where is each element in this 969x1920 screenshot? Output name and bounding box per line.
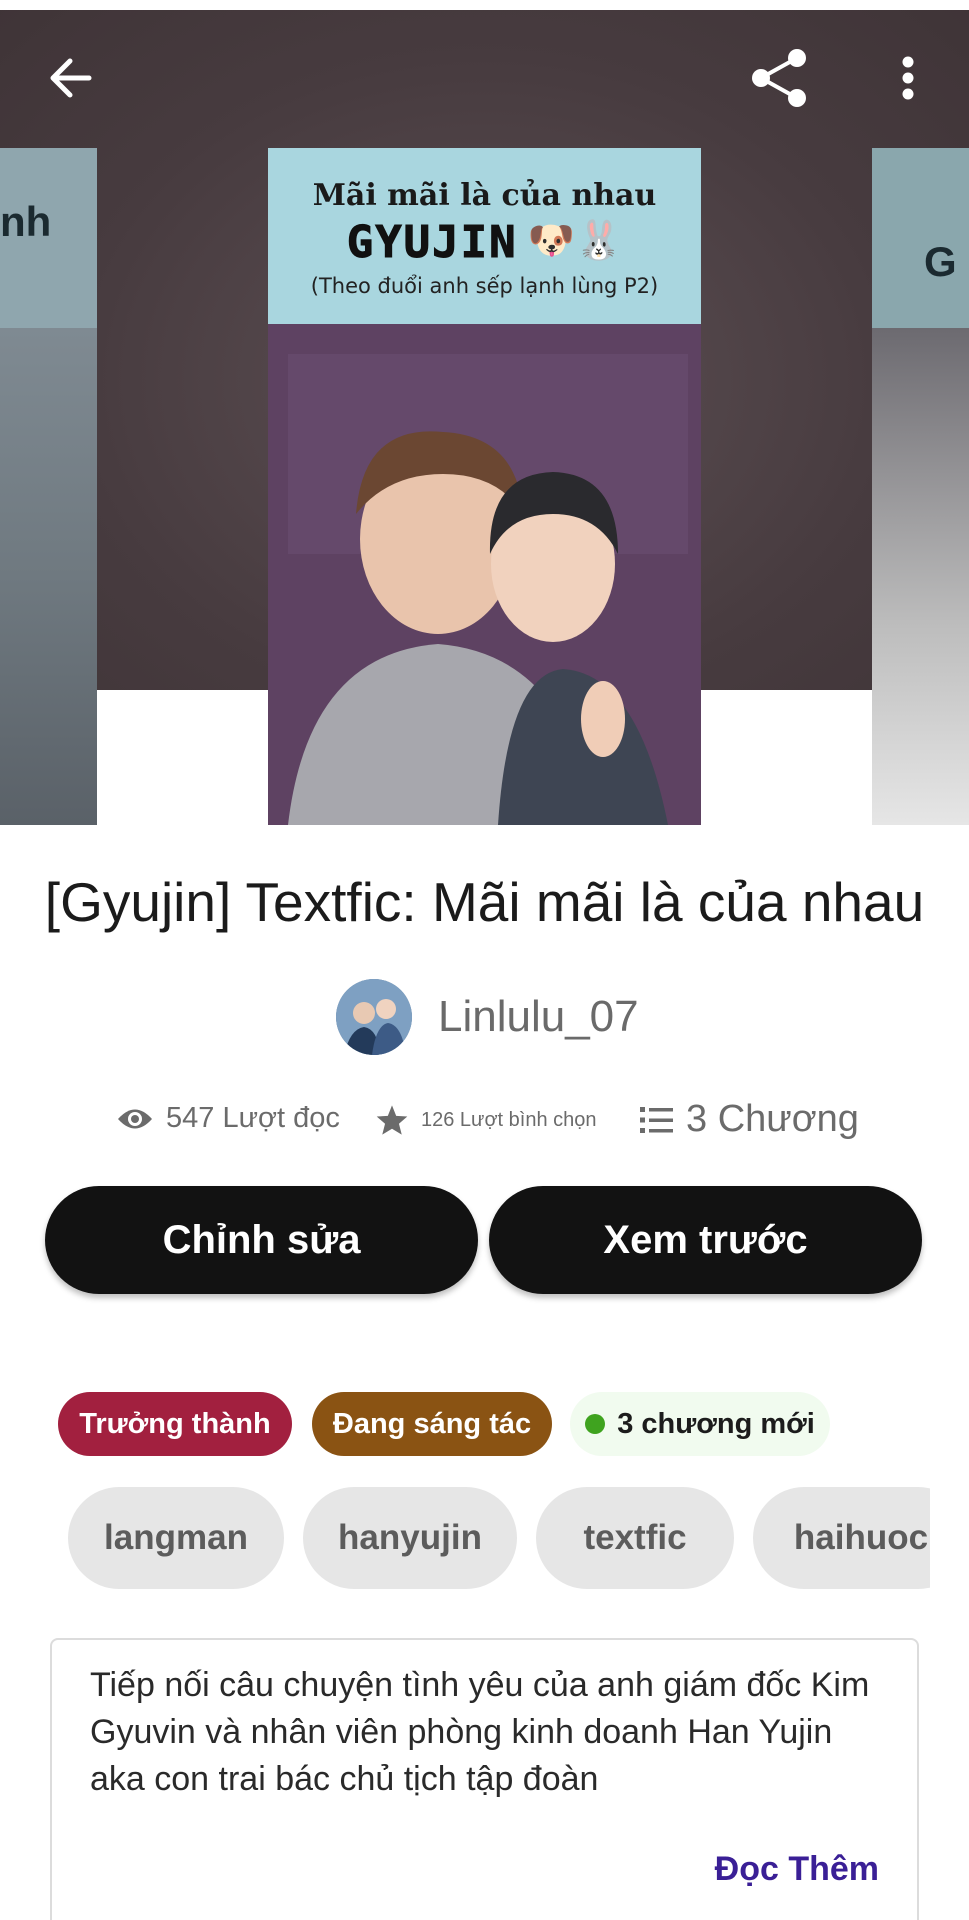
arrow-left-icon [50, 58, 92, 98]
cover-next-text: G [924, 238, 957, 285]
author-avatar[interactable] [336, 979, 412, 1055]
status-bar-strip [0, 0, 969, 10]
more-options-button[interactable] [868, 38, 948, 118]
star-icon [376, 1105, 408, 1135]
description-box: Tiếp nối câu chuyện tình yêu của anh giá… [50, 1638, 919, 1920]
stat-votes-label: 126 Lượt bình chọn [421, 1108, 597, 1131]
avatar-image [336, 979, 412, 1055]
preview-button[interactable]: Xem trước [489, 1186, 922, 1294]
story-title: [Gyujin] Textfic: Mãi mãi là của nhau [44, 871, 925, 933]
new-dot-icon [585, 1414, 606, 1434]
cover-previous-text: nh [0, 198, 52, 245]
cover-emoji: 🐶🐰 [527, 219, 623, 262]
cover-previous[interactable]: nh [0, 148, 97, 825]
cover-photo [268, 324, 701, 825]
tag-chip[interactable]: haihuoc [753, 1487, 930, 1589]
tag-list: langman hanyujin textfic haihuoc [0, 1487, 930, 1589]
stat-reads: 547 Lượt đọc [116, 1102, 340, 1135]
new-parts-badge: 3 chương mới [570, 1392, 830, 1456]
cover-title: Mãi mãi là của nhau [312, 178, 657, 213]
back-button[interactable] [30, 38, 110, 118]
share-icon [752, 49, 806, 107]
tag-chip[interactable]: hanyujin [303, 1487, 517, 1589]
cover-title-area: Mãi mãi là của nhau GYUJIN 🐶🐰 (Theo đuổi… [268, 148, 701, 324]
ongoing-badge: Đang sáng tác [312, 1392, 552, 1456]
cover-subtitle: (Theo đuổi anh sếp lạnh lùng P2) [310, 274, 659, 298]
author-link[interactable]: Linlulu_07 [336, 978, 639, 1056]
tag-chip[interactable]: langman [68, 1487, 284, 1589]
new-parts-label: 3 chương mới [617, 1407, 815, 1440]
cover-brand: GYUJIN [346, 217, 518, 269]
mature-badge: Trưởng thành [58, 1392, 292, 1456]
author-name[interactable]: Linlulu_07 [438, 992, 639, 1042]
list-icon [640, 1106, 673, 1133]
edit-button[interactable]: Chỉnh sửa [45, 1186, 478, 1294]
stat-parts-label: 3 Chương [686, 1098, 859, 1140]
top-app-bar [0, 30, 969, 130]
more-vertical-icon [902, 56, 914, 100]
share-button[interactable] [740, 38, 820, 118]
cover-main[interactable]: Mãi mãi là của nhau GYUJIN 🐶🐰 (Theo đuổi… [268, 148, 701, 825]
read-more-link[interactable]: Đọc Thêm [715, 1850, 879, 1889]
eye-icon [118, 1109, 152, 1128]
story-stats: 547 Lượt đọc 126 Lượt bình chọn 3 Chương [0, 1096, 969, 1146]
stat-reads-label: 547 Lượt đọc [166, 1102, 340, 1134]
cover-next[interactable]: G [872, 148, 969, 825]
stat-parts[interactable]: 3 Chương [640, 1098, 859, 1141]
description-text: Tiếp nối câu chuyện tình yêu của anh giá… [90, 1666, 870, 1798]
tag-chip[interactable]: textfic [536, 1487, 734, 1589]
cover-photo-figures [268, 324, 701, 825]
stat-votes: 126 Lượt bình chọn [375, 1104, 597, 1136]
